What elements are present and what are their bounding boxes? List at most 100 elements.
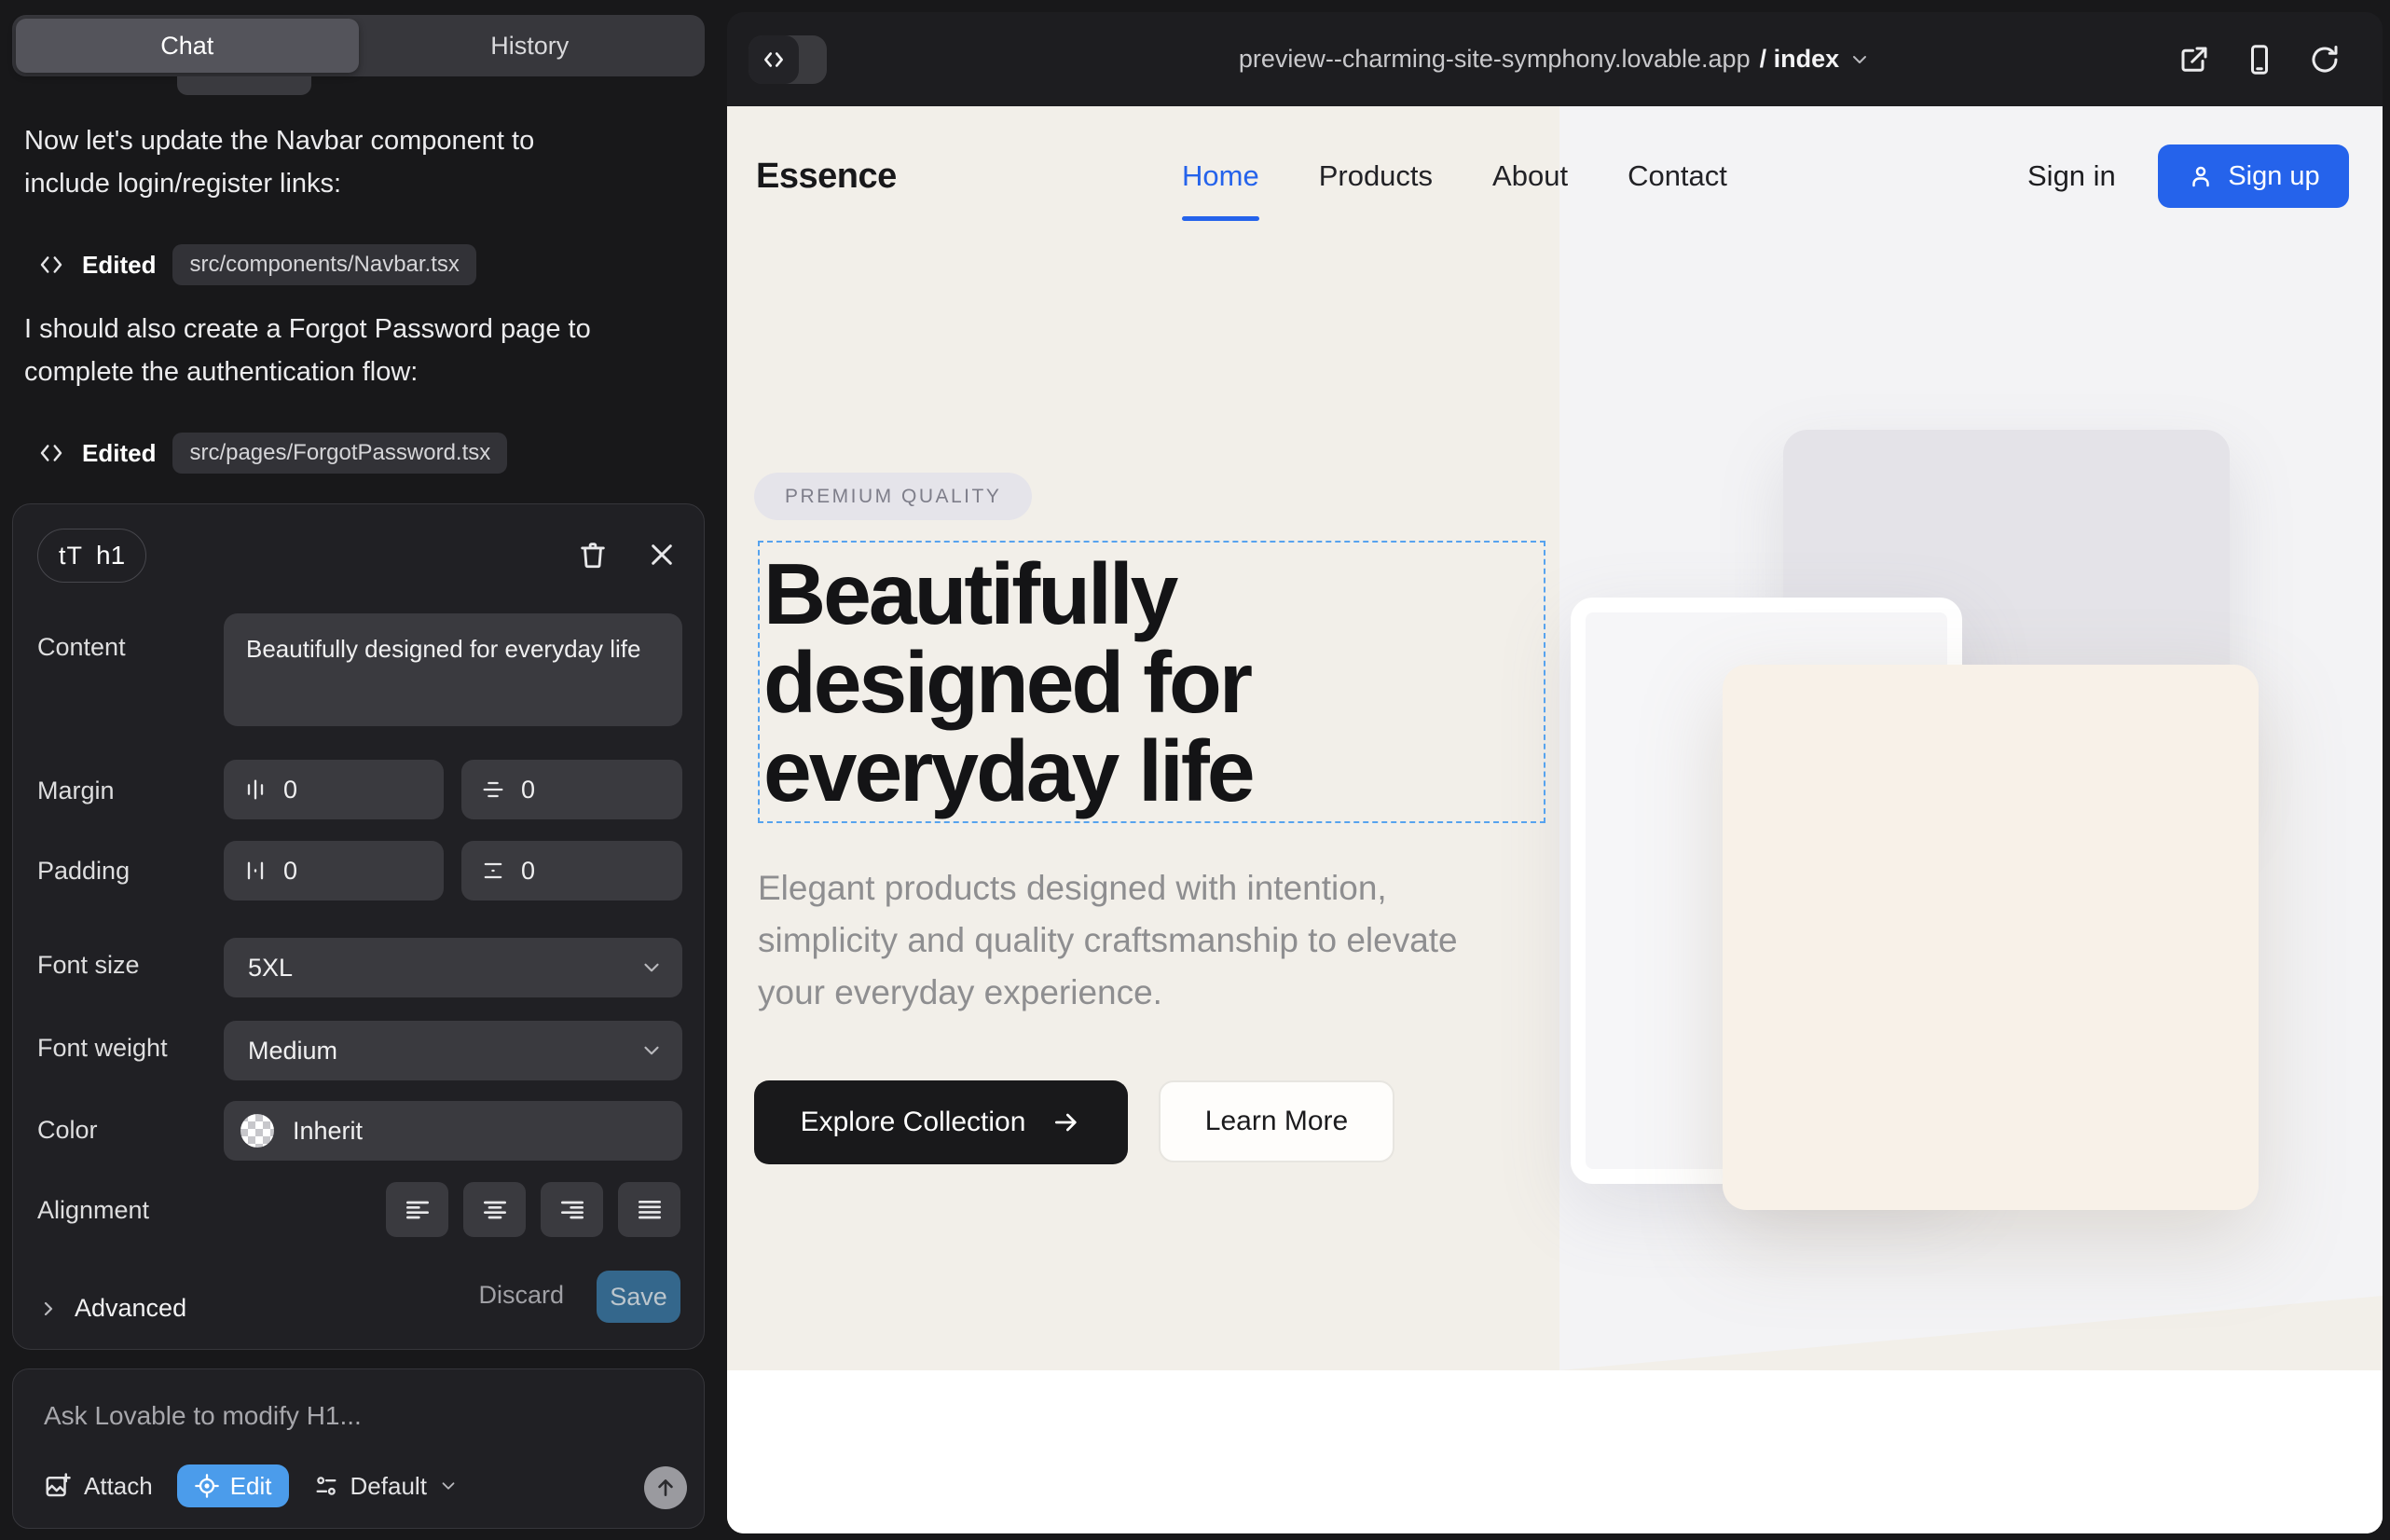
edited-file-row[interactable]: Edited src/pages/ForgotPassword.tsx bbox=[37, 433, 507, 474]
close-editor-button[interactable] bbox=[639, 532, 684, 577]
align-left-icon bbox=[403, 1195, 433, 1225]
chevron-down-icon bbox=[1848, 48, 1871, 71]
site-nav: Home Products About Contact bbox=[1182, 106, 1727, 246]
font-weight-label: Font weight bbox=[37, 1034, 168, 1063]
margin-x-value: 0 bbox=[283, 776, 297, 804]
headline-line: designed for bbox=[763, 639, 1544, 727]
nav-label: Contact bbox=[1628, 159, 1727, 193]
learn-more-button[interactable]: Learn More bbox=[1159, 1080, 1394, 1162]
tab-history[interactable]: History bbox=[359, 19, 702, 73]
align-left-button[interactable] bbox=[386, 1182, 448, 1237]
padding-label: Padding bbox=[37, 857, 130, 886]
transparent-color-swatch bbox=[240, 1114, 274, 1148]
mobile-view-button[interactable] bbox=[2243, 43, 2276, 76]
margin-horizontal-icon bbox=[242, 777, 268, 803]
headline-line: Beautifully bbox=[763, 550, 1544, 639]
edit-mode-button[interactable]: Edit bbox=[177, 1464, 289, 1507]
user-icon bbox=[2187, 162, 2215, 190]
content-textarea[interactable]: Beautifully designed for everyday life bbox=[224, 613, 682, 726]
padding-y-value: 0 bbox=[521, 857, 535, 886]
element-tag: h1 bbox=[96, 541, 125, 571]
discard-button[interactable]: Discard bbox=[478, 1281, 564, 1310]
color-picker-field[interactable]: Inherit bbox=[224, 1101, 682, 1161]
section-below bbox=[727, 1370, 2383, 1533]
margin-y-input[interactable]: 0 bbox=[461, 760, 682, 819]
url-bar[interactable]: preview--charming-site-symphony.lovable.… bbox=[727, 12, 2383, 106]
nav-link-home[interactable]: Home bbox=[1182, 106, 1259, 246]
padding-vertical-icon bbox=[480, 858, 506, 884]
margin-vertical-icon bbox=[480, 777, 506, 803]
sliders-icon bbox=[313, 1473, 339, 1499]
model-selector[interactable]: Default bbox=[313, 1472, 459, 1501]
nav-label: About bbox=[1492, 159, 1568, 193]
site-canvas: Essence Home Products About Contact Sign… bbox=[727, 106, 2383, 1533]
preview-browser: preview--charming-site-symphony.lovable.… bbox=[727, 12, 2383, 1533]
margin-y-value: 0 bbox=[521, 776, 535, 804]
align-justify-icon bbox=[635, 1195, 665, 1225]
selected-element-chip[interactable]: tT h1 bbox=[37, 529, 146, 583]
mode-label: Default bbox=[350, 1472, 427, 1501]
edited-file-row[interactable]: Edited src/components/Navbar.tsx bbox=[37, 244, 476, 285]
edited-label: Edited bbox=[82, 251, 156, 280]
font-weight-value: Medium bbox=[248, 1037, 337, 1066]
advanced-toggle[interactable]: Advanced bbox=[37, 1294, 186, 1323]
lovable-app: Chat History Now let's update the Navbar… bbox=[0, 0, 2390, 1540]
padding-x-input[interactable]: 0 bbox=[224, 841, 444, 901]
file-badge[interactable]: src/components/Navbar.tsx bbox=[172, 244, 475, 285]
site-logo[interactable]: Essence bbox=[756, 106, 897, 246]
file-badge[interactable]: src/pages/ForgotPassword.tsx bbox=[172, 433, 507, 474]
image-plus-icon bbox=[44, 1472, 72, 1500]
chevron-right-icon bbox=[37, 1298, 60, 1320]
advanced-label: Advanced bbox=[75, 1294, 186, 1323]
font-size-label: Font size bbox=[37, 951, 140, 980]
hero-badge: PREMIUM QUALITY bbox=[754, 473, 1032, 520]
nav-link-products[interactable]: Products bbox=[1319, 106, 1433, 246]
sign-up-button[interactable]: Sign up bbox=[2158, 144, 2349, 208]
margin-x-input[interactable]: 0 bbox=[224, 760, 444, 819]
cta-primary-label: Explore Collection bbox=[801, 1107, 1026, 1138]
headline-line: everyday life bbox=[763, 727, 1544, 816]
chevron-down-icon bbox=[438, 1476, 459, 1496]
hero-headline: Beautifully designed for everyday life bbox=[760, 543, 1544, 816]
composer-input[interactable]: Ask Lovable to modify H1... bbox=[44, 1401, 362, 1431]
send-button[interactable] bbox=[644, 1466, 687, 1509]
assistant-message: I should also create a Forgot Password p… bbox=[24, 308, 625, 393]
font-size-value: 5XL bbox=[248, 954, 293, 983]
sign-in-link[interactable]: Sign in bbox=[2027, 106, 2116, 246]
chat-history-tabs: Chat History bbox=[12, 15, 705, 76]
scrolled-file-badge bbox=[177, 76, 311, 95]
target-icon bbox=[194, 1473, 220, 1499]
tab-chat[interactable]: Chat bbox=[16, 19, 359, 73]
code-icon bbox=[37, 439, 65, 467]
nav-link-contact[interactable]: Contact bbox=[1628, 106, 1727, 246]
padding-x-value: 0 bbox=[283, 857, 297, 886]
attach-button[interactable]: Attach bbox=[44, 1472, 153, 1501]
padding-y-input[interactable]: 0 bbox=[461, 841, 682, 901]
assistant-message: Now let's update the Navbar component to… bbox=[24, 119, 625, 205]
delete-element-button[interactable] bbox=[570, 532, 615, 577]
align-justify-button[interactable] bbox=[618, 1182, 680, 1237]
sign-up-label: Sign up bbox=[2228, 161, 2319, 192]
selected-h1-outline[interactable]: Beautifully designed for everyday life bbox=[758, 541, 1545, 823]
chevron-down-icon bbox=[639, 956, 664, 980]
align-center-button[interactable] bbox=[463, 1182, 526, 1237]
text-type-icon: tT bbox=[59, 542, 83, 571]
save-button[interactable]: Save bbox=[597, 1271, 680, 1323]
chat-composer: Ask Lovable to modify H1... Attach Edit … bbox=[12, 1368, 705, 1529]
element-editor-panel: tT h1 Content Beautifully designed for e… bbox=[12, 503, 705, 1350]
align-right-button[interactable] bbox=[541, 1182, 603, 1237]
hero-description: Elegant products designed with intention… bbox=[758, 862, 1532, 1019]
browser-chrome: preview--charming-site-symphony.lovable.… bbox=[727, 12, 2383, 106]
color-value: Inherit bbox=[293, 1117, 363, 1146]
arrow-up-icon bbox=[653, 1476, 678, 1500]
explore-collection-button[interactable]: Explore Collection bbox=[754, 1080, 1128, 1164]
font-weight-select[interactable]: Medium bbox=[224, 1021, 682, 1080]
open-external-button[interactable] bbox=[2177, 43, 2211, 76]
edited-label: Edited bbox=[82, 439, 156, 468]
alignment-buttons bbox=[386, 1182, 680, 1237]
font-size-select[interactable]: 5XL bbox=[224, 938, 682, 997]
nav-link-about[interactable]: About bbox=[1492, 106, 1568, 246]
composer-toolbar: Attach Edit Default bbox=[44, 1464, 459, 1507]
trash-icon bbox=[577, 539, 609, 571]
refresh-button[interactable] bbox=[2308, 43, 2342, 76]
